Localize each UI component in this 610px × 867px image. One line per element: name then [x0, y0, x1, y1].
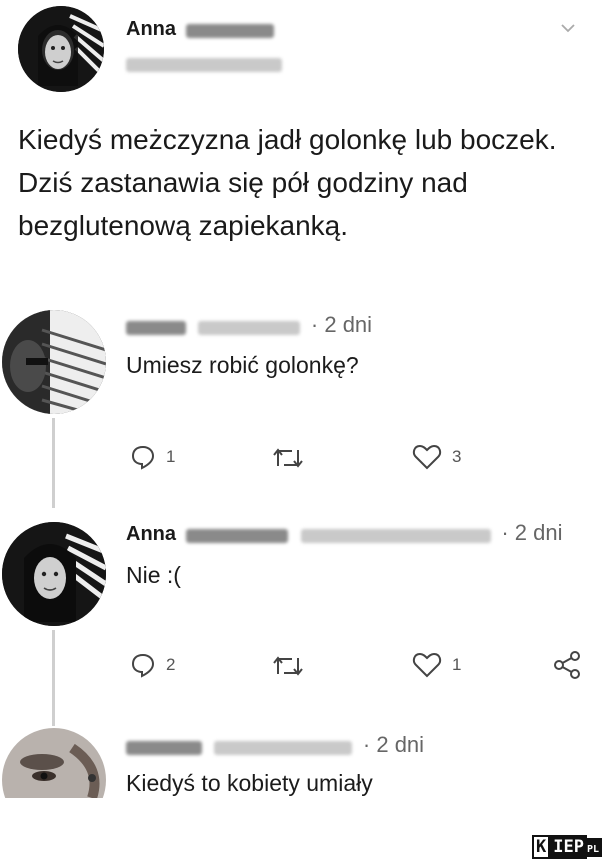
thread-line-1 [52, 418, 55, 508]
reply2-reply-button[interactable]: 2 [130, 652, 175, 678]
reply2-reply-count: 2 [166, 655, 176, 674]
blurred-handle [198, 320, 301, 335]
reply2-text: Nie :( [126, 562, 181, 588]
main-tweet-text: Kiedyś meżczyzna jadł golonkę lub boczek… [18, 124, 557, 241]
reply1-avatar[interactable] [2, 310, 106, 414]
reply-icon [130, 444, 156, 470]
reply2-like-count: 1 [452, 655, 462, 674]
reply3-time[interactable]: · 2 dni [363, 732, 424, 757]
reply1-like-button[interactable]: 3 [412, 444, 461, 470]
thread-line-2 [52, 630, 55, 726]
main-author-name[interactable]: Anna [126, 18, 176, 40]
retweet-icon [272, 654, 304, 678]
reply1-time[interactable]: · 2 dni [311, 312, 372, 337]
blurred-name [126, 320, 186, 335]
blurred-handle [214, 740, 353, 755]
reply1-like-count: 3 [452, 447, 462, 466]
reply2-share-button[interactable] [552, 650, 582, 680]
chevron-down-icon[interactable] [560, 20, 576, 38]
reply2-retweet-button[interactable] [272, 654, 304, 678]
blurred-handle [300, 528, 491, 543]
reply2-avatar[interactable] [2, 522, 106, 626]
reply3-header[interactable]: · 2 dni [126, 732, 424, 758]
watermark-suffix: PL [586, 837, 602, 857]
main-author-avatar[interactable] [18, 6, 104, 92]
reply1-text: Umiesz robić golonkę? [126, 352, 359, 378]
reply1-reply-button[interactable]: 1 [130, 444, 175, 470]
reply2-time[interactable]: · 2 dni [501, 520, 562, 545]
share-icon [552, 650, 582, 680]
blurred-surname [186, 528, 289, 543]
reply-icon [130, 652, 156, 678]
reply1-header[interactable]: · 2 dni [126, 312, 372, 338]
blurred-name [126, 740, 202, 755]
reply3-avatar[interactable] [2, 728, 106, 798]
heart-icon [412, 444, 442, 470]
kiep-watermark-logo: K IEP PL [531, 835, 602, 859]
retweet-icon [272, 446, 304, 470]
watermark-right: IEP [550, 835, 587, 859]
reply3-text: Kiedyś to kobiety umiały [126, 770, 373, 796]
reply1-reply-count: 1 [166, 447, 176, 466]
watermark-left: K [531, 835, 551, 859]
reply2-header[interactable]: Anna · 2 dni [126, 520, 563, 546]
reply2-like-button[interactable]: 1 [412, 652, 461, 678]
heart-icon [412, 652, 442, 678]
blurred-handle [126, 58, 282, 72]
main-author-name-row[interactable]: Anna [126, 18, 275, 41]
reply1-retweet-button[interactable] [272, 446, 304, 470]
blurred-surname [186, 23, 275, 38]
reply2-author-name[interactable]: Anna [126, 523, 176, 545]
